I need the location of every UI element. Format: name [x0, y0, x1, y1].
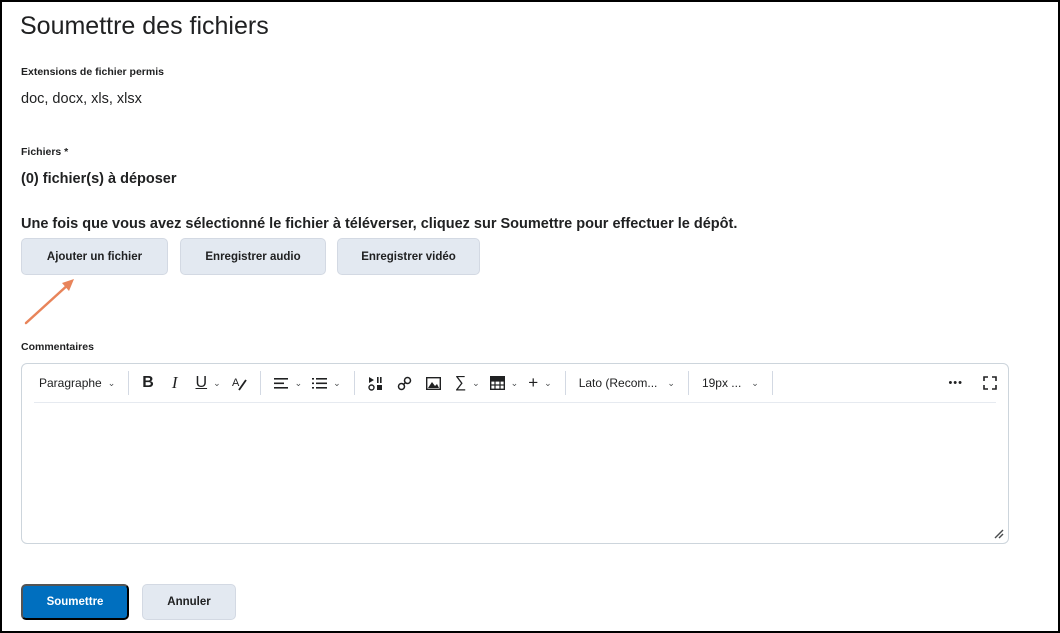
insert-media-icon [368, 376, 382, 391]
underline-icon: U [195, 374, 208, 391]
insert-media-button[interactable] [363, 369, 388, 397]
annotation-arrow-icon [24, 279, 74, 325]
chevron-down-icon: ⌄ [213, 377, 221, 388]
chevron-down-icon: ⌄ [107, 377, 116, 388]
chevron-down-icon: ⌄ [472, 377, 480, 388]
resize-handle-icon[interactable] [992, 527, 1004, 539]
fullscreen-button[interactable] [978, 369, 1002, 397]
fullscreen-icon [983, 376, 997, 390]
font-family-label: Lato (Recom... [578, 376, 658, 390]
font-size-label: 19px ... [701, 376, 742, 390]
chevron-down-icon: ⌄ [667, 377, 675, 388]
toolbar-separator [34, 402, 996, 403]
chevron-down-icon: ⌄ [333, 377, 341, 388]
toolbar-divider [259, 371, 261, 395]
underline-button[interactable]: U ⌄ [191, 369, 226, 397]
plus-icon: + [528, 373, 539, 392]
toolbar-divider [128, 371, 130, 395]
record-audio-button[interactable]: Enregistrer audio [180, 238, 326, 275]
list-button[interactable]: ⌄ [307, 369, 346, 397]
link-icon [397, 376, 411, 390]
files-count: (0) fichier(s) à déposer [21, 171, 177, 187]
table-button[interactable]: ⌄ [485, 369, 524, 397]
paragraph-format-label: Paragraphe [39, 376, 102, 390]
font-size-select[interactable]: 19px ... ⌄ [697, 369, 764, 397]
align-button[interactable]: ⌄ [269, 369, 308, 397]
toolbar-divider [687, 371, 689, 395]
table-icon [489, 376, 505, 390]
equation-button[interactable]: ∑ ⌄ [450, 369, 485, 397]
bulleted-list-icon [312, 377, 328, 389]
add-file-button[interactable]: Ajouter un fichier [21, 238, 168, 275]
svg-text:A: A [232, 377, 240, 389]
record-video-button[interactable]: Enregistrer vidéo [337, 238, 480, 275]
more-options-icon[interactable]: ••• [943, 369, 968, 397]
align-left-icon [273, 377, 288, 389]
text-style-button[interactable]: A [226, 369, 252, 397]
cancel-button[interactable]: Annuler [142, 584, 236, 620]
upload-instructions: Une fois que vous avez sélectionné le fi… [21, 216, 738, 232]
chevron-down-icon: ⌄ [544, 377, 552, 388]
files-label: Fichiers * [21, 146, 69, 158]
chevron-down-icon: ⌄ [294, 377, 303, 388]
extensions-label: Extensions de fichier permis [21, 66, 164, 78]
paragraph-format-select[interactable]: Paragraphe ⌄ [34, 369, 120, 397]
extensions-value: doc, docx, xls, xlsx [21, 91, 142, 107]
toolbar-divider [771, 371, 773, 395]
toolbar-divider [353, 371, 355, 395]
insert-link-button[interactable] [392, 369, 417, 397]
sigma-icon: ∑ [454, 374, 467, 391]
bold-icon[interactable]: B [137, 369, 159, 397]
image-icon [425, 376, 441, 390]
comments-editor[interactable]: Paragraphe ⌄ B I U ⌄ A ⌄ ⌄ ∑ ⌄ ⌄ + ⌄ Lat… [21, 363, 1009, 544]
submit-button[interactable]: Soumettre [21, 584, 129, 620]
font-family-select[interactable]: Lato (Recom... ⌄ [574, 369, 680, 397]
chevron-down-icon: ⌄ [510, 377, 519, 388]
page-title: Soumettre des fichiers [20, 12, 269, 40]
insert-more-button[interactable]: + ⌄ [523, 369, 556, 397]
italic-icon[interactable]: I [167, 369, 183, 397]
editor-toolbar: Paragraphe ⌄ B I U ⌄ A ⌄ ⌄ ∑ ⌄ ⌄ + ⌄ Lat… [22, 364, 1008, 402]
comments-label: Commentaires [21, 341, 94, 353]
toolbar-divider [564, 371, 566, 395]
text-style-icon: A [232, 377, 247, 391]
chevron-down-icon: ⌄ [751, 377, 759, 388]
insert-image-button[interactable] [421, 369, 446, 397]
